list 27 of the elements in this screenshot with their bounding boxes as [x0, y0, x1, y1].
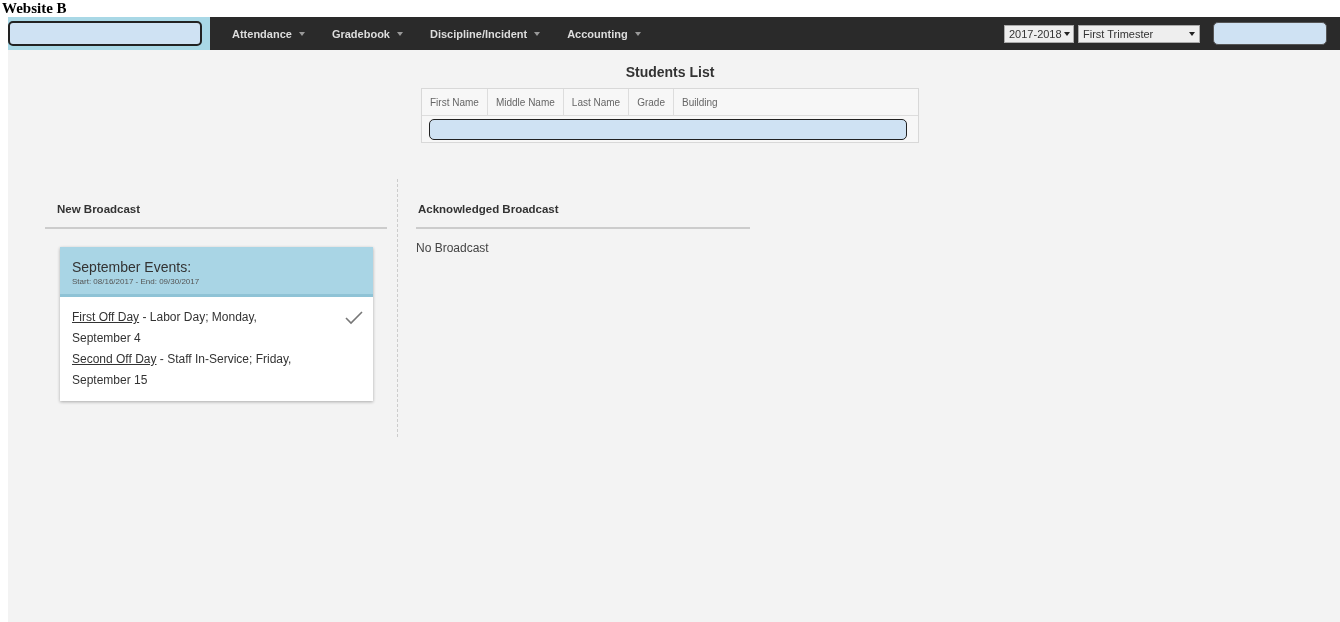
event-text: Second Off Day - Staff In-Service; Friday, September 15 [72, 351, 293, 389]
nav-menu[interactable]: Accounting [567, 27, 656, 40]
column-header[interactable]: Middle Name [487, 89, 564, 115]
nav-menu[interactable]: Gradebook [331, 27, 418, 40]
caret-icon [1063, 31, 1070, 36]
nav-menu[interactable]: Attendance [232, 27, 320, 40]
dropdown[interactable]: 2017-2018 [1004, 24, 1074, 43]
card-title: September Events: [72, 259, 193, 275]
caret-icon [298, 31, 305, 36]
date-range: Start: 08/16/2017 - End: 09/30/2017 [72, 277, 201, 286]
check-icon[interactable] [345, 311, 363, 325]
caption-text: Website B [0, 0, 1340, 17]
column-header[interactable]: Last Name [563, 89, 630, 115]
event-text: First Off Day - Labor Day; Monday, September 4 [72, 309, 258, 347]
nav-menu[interactable]: Discipline/Incident [430, 27, 556, 40]
caret-icon [634, 31, 641, 36]
caret-icon [1189, 31, 1195, 36]
section-title: Students List [625, 64, 715, 80]
column-header[interactable]: Grade [629, 89, 674, 115]
empty-message: No Broadcast [416, 241, 490, 255]
dropdown[interactable]: First Trimester [1078, 24, 1200, 43]
column-header[interactable]: Building [674, 89, 726, 115]
caret-icon [534, 31, 541, 36]
column-header[interactable]: First Name [422, 89, 488, 115]
caret-icon [397, 31, 403, 36]
section-heading: Acknowledged Broadcast [416, 203, 750, 229]
section-heading: New Broadcast [45, 203, 387, 229]
